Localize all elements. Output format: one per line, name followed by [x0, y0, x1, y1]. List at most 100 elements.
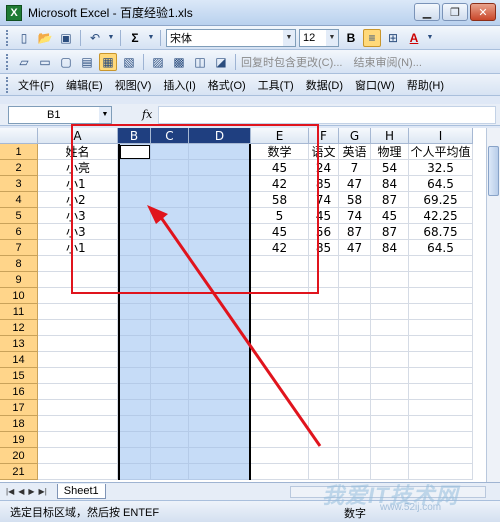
review-icon-7[interactable]: ▨	[149, 53, 167, 71]
cell-e19[interactable]	[251, 432, 309, 448]
menu-window[interactable]: 窗口(W)	[349, 77, 401, 93]
review-icon-10[interactable]: ◪	[212, 53, 230, 71]
select-all-corner[interactable]	[0, 128, 38, 144]
cell-b20[interactable]	[118, 448, 151, 464]
cell-h10[interactable]	[371, 288, 409, 304]
vertical-scrollbar[interactable]	[486, 128, 500, 482]
cell-c16[interactable]	[151, 384, 189, 400]
cell-g7[interactable]: 47	[339, 240, 371, 256]
merge-center-icon[interactable]: ⊞	[384, 29, 402, 47]
align-center-button[interactable]: ≡	[363, 28, 381, 47]
cell-g12[interactable]	[339, 320, 371, 336]
row-header[interactable]: 6	[0, 224, 38, 240]
cell-e17[interactable]	[251, 400, 309, 416]
undo-dropdown-icon[interactable]: ▼	[107, 29, 115, 47]
row-header[interactable]: 20	[0, 448, 38, 464]
row-header[interactable]: 5	[0, 208, 38, 224]
cell-f17[interactable]	[309, 400, 339, 416]
review-icon-1[interactable]: ▱	[15, 53, 33, 71]
cell-d15[interactable]	[189, 368, 251, 384]
cell-f19[interactable]	[309, 432, 339, 448]
cell-g16[interactable]	[339, 384, 371, 400]
cell-e15[interactable]	[251, 368, 309, 384]
cell-g20[interactable]	[339, 448, 371, 464]
row-header[interactable]: 13	[0, 336, 38, 352]
cell-b18[interactable]	[118, 416, 151, 432]
cell-h20[interactable]	[371, 448, 409, 464]
cell-h14[interactable]	[371, 352, 409, 368]
cell-b15[interactable]	[118, 368, 151, 384]
cell-d12[interactable]	[189, 320, 251, 336]
cell-a20[interactable]	[38, 448, 118, 464]
cell-h6[interactable]: 87	[371, 224, 409, 240]
row-header[interactable]: 10	[0, 288, 38, 304]
row-header[interactable]: 16	[0, 384, 38, 400]
row-header[interactable]: 19	[0, 432, 38, 448]
save-icon[interactable]: ▣	[57, 29, 75, 47]
row-header[interactable]: 1	[0, 144, 38, 160]
cell-a17[interactable]	[38, 400, 118, 416]
cell-h3[interactable]: 84	[371, 176, 409, 192]
cell-g17[interactable]	[339, 400, 371, 416]
cell-i5[interactable]: 42.25	[409, 208, 473, 224]
cell-h15[interactable]	[371, 368, 409, 384]
menu-tools[interactable]: 工具(T)	[252, 77, 300, 93]
cell-g11[interactable]	[339, 304, 371, 320]
cell-a14[interactable]	[38, 352, 118, 368]
open-icon[interactable]: 📂	[36, 29, 54, 47]
cell-h17[interactable]	[371, 400, 409, 416]
cell-h8[interactable]	[371, 256, 409, 272]
row-header[interactable]: 7	[0, 240, 38, 256]
scrollbar-thumb[interactable]	[488, 146, 499, 196]
row-header[interactable]: 17	[0, 400, 38, 416]
cell-i2[interactable]: 32.5	[409, 160, 473, 176]
row-header[interactable]: 18	[0, 416, 38, 432]
cell-g3[interactable]: 47	[339, 176, 371, 192]
cell-h16[interactable]	[371, 384, 409, 400]
cell-g1[interactable]: 英语	[339, 144, 371, 160]
cell-f18[interactable]	[309, 416, 339, 432]
cell-f16[interactable]	[309, 384, 339, 400]
cell-g15[interactable]	[339, 368, 371, 384]
toolbar-grip[interactable]	[6, 29, 9, 46]
fx-icon[interactable]: fx	[142, 108, 152, 121]
cell-b16[interactable]	[118, 384, 151, 400]
cell-d18[interactable]	[189, 416, 251, 432]
menu-data[interactable]: 数据(D)	[300, 77, 349, 93]
cell-c12[interactable]	[151, 320, 189, 336]
cell-c20[interactable]	[151, 448, 189, 464]
next-sheet-icon[interactable]: ▶	[28, 487, 34, 496]
bold-button[interactable]: B	[342, 29, 360, 47]
prev-sheet-icon[interactable]: ◀	[18, 487, 24, 496]
cell-i4[interactable]: 69.25	[409, 192, 473, 208]
cell-h9[interactable]	[371, 272, 409, 288]
cell-i15[interactable]	[409, 368, 473, 384]
restore-button[interactable]: ❐	[442, 3, 468, 21]
cell-i7[interactable]: 64.5	[409, 240, 473, 256]
cell-c11[interactable]	[151, 304, 189, 320]
cell-h12[interactable]	[371, 320, 409, 336]
cell-i20[interactable]	[409, 448, 473, 464]
cell-h1[interactable]: 物理	[371, 144, 409, 160]
font-name-select[interactable]: 宋体 ▼	[166, 28, 296, 47]
cell-a21[interactable]	[38, 464, 118, 480]
cell-i13[interactable]	[409, 336, 473, 352]
row-header[interactable]: 9	[0, 272, 38, 288]
sum-dropdown-icon[interactable]: ▼	[147, 29, 155, 47]
review-icon-9[interactable]: ◫	[191, 53, 209, 71]
sheet-tab[interactable]: Sheet1	[56, 484, 106, 499]
menu-insert[interactable]: 插入(I)	[157, 77, 201, 93]
cell-i17[interactable]	[409, 400, 473, 416]
cell-e16[interactable]	[251, 384, 309, 400]
cell-i3[interactable]: 64.5	[409, 176, 473, 192]
cell-d21[interactable]	[189, 464, 251, 480]
review-icon-4[interactable]: ▤	[78, 53, 96, 71]
cell-c17[interactable]	[151, 400, 189, 416]
new-icon[interactable]: ▯	[15, 29, 33, 47]
cell-c18[interactable]	[151, 416, 189, 432]
cell-b17[interactable]	[118, 400, 151, 416]
cell-a15[interactable]	[38, 368, 118, 384]
cell-g19[interactable]	[339, 432, 371, 448]
cell-f11[interactable]	[309, 304, 339, 320]
cell-d16[interactable]	[189, 384, 251, 400]
